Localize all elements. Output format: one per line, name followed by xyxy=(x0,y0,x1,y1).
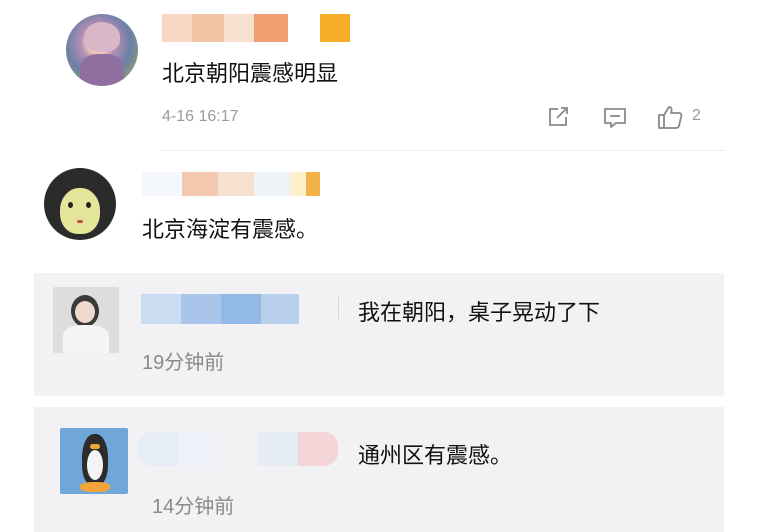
thumbs-up-icon[interactable] xyxy=(656,104,684,130)
like-count: 2 xyxy=(692,107,701,124)
reply-text: 我在朝阳，桌子晃动了下 xyxy=(358,301,601,326)
divider xyxy=(160,150,725,151)
username-redacted[interactable] xyxy=(162,14,352,42)
avatar[interactable] xyxy=(44,168,116,240)
username-redacted[interactable] xyxy=(142,172,326,196)
username-redacted[interactable] xyxy=(141,294,299,324)
comment-icon[interactable] xyxy=(602,106,628,130)
comment-text: 北京朝阳震感明显 xyxy=(162,62,339,87)
reply-card xyxy=(34,273,724,396)
reply-text: 通州区有震感。 xyxy=(358,444,513,469)
username-redacted[interactable] xyxy=(138,432,338,466)
reply-timestamp: 14分钟前 xyxy=(152,496,235,518)
avatar[interactable] xyxy=(66,14,138,86)
comment-text: 北京海淀有震感。 xyxy=(142,218,319,243)
reply-timestamp: 19分钟前 xyxy=(142,352,225,374)
avatar[interactable] xyxy=(60,428,128,494)
avatar[interactable] xyxy=(53,287,119,353)
share-icon[interactable] xyxy=(547,106,571,128)
separator xyxy=(338,297,339,319)
comment-timestamp: 4-16 16:17 xyxy=(162,108,239,125)
